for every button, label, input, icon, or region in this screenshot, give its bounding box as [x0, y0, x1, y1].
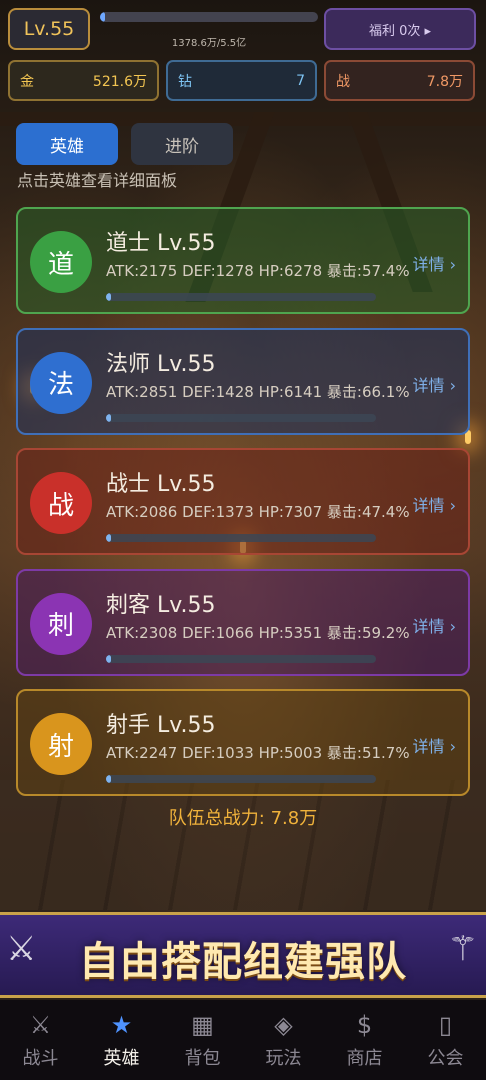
hero-stats: ATK:2175 DEF:1278 HP:6278 暴击:57.4% — [106, 262, 410, 280]
nav-item-2[interactable]: ▦ 背包 — [162, 1000, 243, 1080]
hero-card[interactable]: 道道士 Lv.55 ATK:2175 DEF:1278 HP:6278 暴击:57… — [16, 207, 470, 314]
gold-value: 521.6万 — [92, 73, 147, 90]
hero-stats: ATK:2086 DEF:1373 HP:7307 暴击:47.4% — [106, 503, 410, 521]
grid-icon: ▦ — [191, 1011, 214, 1039]
hero-card[interactable]: 刺刺客 Lv.55 ATK:2308 DEF:1066 HP:5351 暴击:59… — [16, 568, 470, 676]
hero-name: 射手 Lv.55 — [106, 713, 216, 738]
nav-label: 玩法 — [265, 1048, 302, 1069]
hero-progress-fill — [106, 293, 112, 301]
banner-text: 自由搭配组建强队 — [79, 939, 407, 985]
diamond-icon: ◈ — [274, 1011, 293, 1039]
hero-name: 刺客 Lv.55 — [106, 592, 216, 618]
nav-item-5[interactable]: ▯ 公会 — [405, 1000, 486, 1080]
promo-banner: ⚔ 自由搭配组建强队 ⚚ — [0, 912, 486, 998]
nav-label: 商店 — [346, 1048, 383, 1069]
hero-progress-bar — [106, 413, 376, 422]
tab-heroes[interactable]: 英雄 — [16, 123, 118, 165]
hero-progress-fill — [106, 775, 112, 783]
tab-advance[interactable]: 进阶 — [131, 123, 233, 165]
diamond-resource: 钻 7 — [166, 60, 317, 101]
hero-progress-bar — [106, 293, 376, 301]
welfare-button[interactable]: 福利 0次 ▸ — [324, 8, 476, 50]
power-value: 7.8万 — [426, 73, 463, 90]
crossed-swords-icon: ⚔ — [29, 1011, 52, 1039]
hero-avatar: 战 — [30, 472, 92, 534]
hero-stats: ATK:2247 DEF:1033 HP:5003 暴击:51.7% — [106, 744, 410, 762]
nav-item-1[interactable]: ★ 英雄 — [81, 1000, 162, 1080]
hero-card[interactable]: 法法师 Lv.55 ATK:2851 DEF:1428 HP:6141 暴击:66… — [16, 327, 470, 435]
nav-label: 战斗 — [22, 1048, 59, 1069]
nav-label: 公会 — [427, 1048, 464, 1069]
banner-icon: ▯ — [438, 1011, 453, 1039]
player-level-badge[interactable]: Lv.55 — [8, 8, 90, 50]
nav-item-4[interactable]: $ 商店 — [324, 1000, 405, 1080]
nav-label: 英雄 — [103, 1048, 140, 1069]
hero-progress-fill — [106, 534, 112, 542]
hero-stats: ATK:2851 DEF:1428 HP:6141 暴击:66.1% — [106, 382, 410, 401]
hero-detail-link[interactable]: 详情 › — [413, 492, 457, 516]
nav-item-3[interactable]: ◈ 玩法 — [243, 1000, 324, 1080]
hero-name: 战士 Lv.55 — [106, 472, 216, 497]
hero-progress-bar — [106, 654, 376, 663]
hero-card[interactable]: 射射手 Lv.55 ATK:2247 DEF:1033 HP:5003 暴击:51… — [16, 689, 470, 796]
bottom-nav: ⚔ 战斗 ★ 英雄 ▦ 背包 ◈ 玩法 $ 商店 ▯ 公会 — [0, 1000, 486, 1080]
exp-progress-fill — [100, 12, 106, 22]
hero-detail-link[interactable]: 详情 › — [413, 733, 457, 757]
power-icon: 战 — [336, 73, 350, 90]
team-total-power: 队伍总战力: 7.8万 — [168, 808, 318, 829]
hero-progress-fill — [106, 413, 112, 422]
hero-name: 道士 Lv.55 — [106, 231, 216, 256]
hint-text: 点击英雄查看详细面板 — [17, 171, 178, 190]
nav-label: 背包 — [184, 1048, 221, 1069]
nav-item-0[interactable]: ⚔ 战斗 — [0, 1000, 81, 1080]
hero-name: 法师 Lv.55 — [106, 351, 216, 377]
hero-progress-fill — [106, 654, 112, 663]
hero-detail-link[interactable]: 详情 › — [413, 372, 457, 396]
power-resource: 战 7.8万 — [324, 60, 475, 101]
dollar-icon: $ — [356, 1011, 373, 1039]
hero-detail-link[interactable]: 详情 › — [413, 251, 457, 275]
diamond-value: 7 — [296, 72, 305, 89]
staff-icon: ⚚ — [447, 929, 478, 969]
hero-progress-bar — [106, 775, 376, 783]
hero-detail-link[interactable]: 详情 › — [413, 613, 457, 637]
hero-stats: ATK:2308 DEF:1066 HP:5351 暴击:59.2% — [106, 623, 410, 642]
wooden-floor — [0, 780, 486, 910]
hero-avatar: 射 — [30, 713, 92, 775]
hero-avatar: 刺 — [30, 592, 92, 655]
hero-avatar: 法 — [30, 351, 92, 414]
hero-avatar: 道 — [30, 231, 92, 293]
diamond-icon: 钻 — [178, 73, 192, 90]
exp-text: 1378.6万/5.5亿 — [171, 38, 247, 49]
hero-card[interactable]: 战战士 Lv.55 ATK:2086 DEF:1373 HP:7307 暴击:47… — [16, 448, 470, 555]
exp-progress-bar — [100, 12, 318, 22]
hero-progress-bar — [106, 534, 376, 542]
gold-icon: 金 — [20, 73, 34, 90]
star-icon: ★ — [110, 1011, 133, 1039]
gold-resource: 金 521.6万 — [8, 60, 159, 101]
